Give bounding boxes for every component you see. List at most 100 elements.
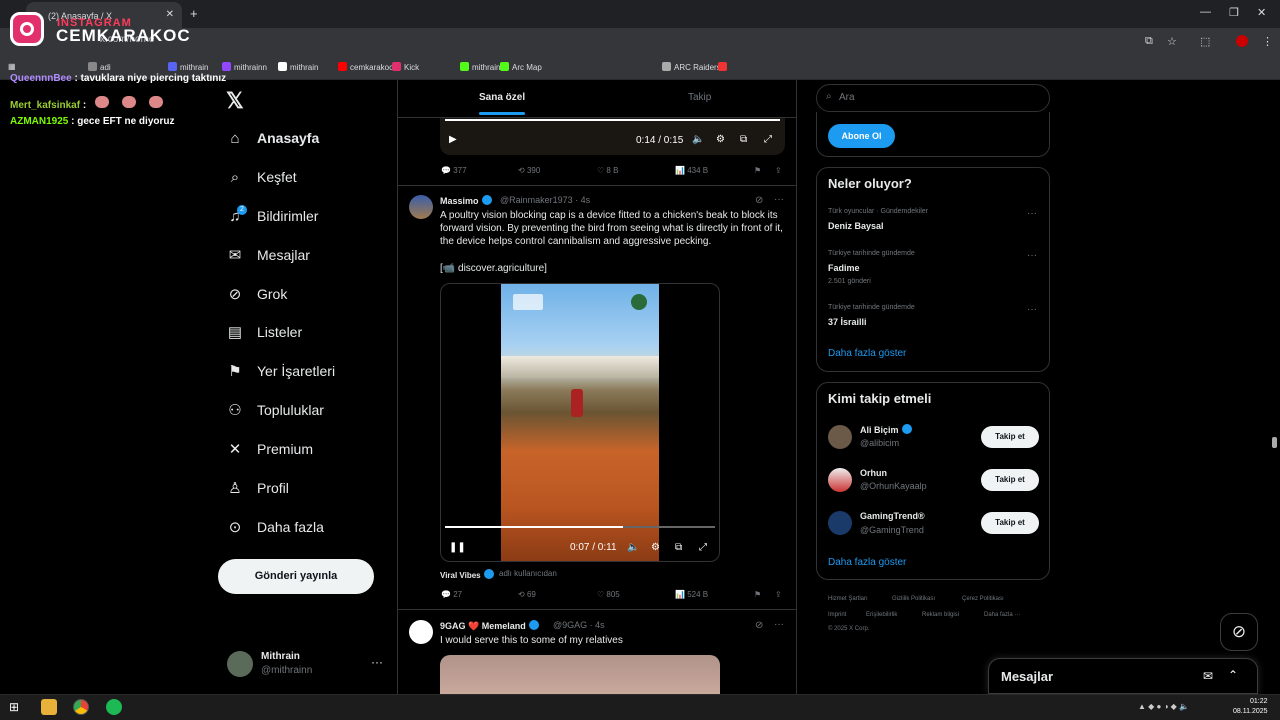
share-icon[interactable]: ⇪ xyxy=(775,590,782,599)
video-credit[interactable]: Viral Vibes xyxy=(440,569,494,580)
clock[interactable]: 01:22 08.11.2025 xyxy=(1233,697,1268,717)
bookmark-item[interactable]: mithrain xyxy=(168,62,208,72)
video-player[interactable] xyxy=(440,118,785,155)
bookmark-item[interactable]: mithrain xyxy=(278,62,318,72)
suggestion-name[interactable]: Ali Biçim xyxy=(860,424,912,435)
follow-button[interactable]: Takip et xyxy=(981,512,1039,534)
trends-show-more[interactable]: Daha fazla göster xyxy=(828,348,906,359)
bookmark-item[interactable]: Arc Map xyxy=(500,62,542,72)
play-icon[interactable]: ▶ xyxy=(449,134,457,145)
chrome-icon[interactable] xyxy=(73,699,89,715)
footer-link[interactable]: Erişilebilirlik xyxy=(866,612,897,618)
star-icon[interactable]: ☆ xyxy=(1167,35,1177,48)
avatar[interactable] xyxy=(409,195,433,219)
subscribe-button[interactable]: Abone Ol xyxy=(828,124,895,148)
post-author[interactable]: Massimo xyxy=(440,195,492,206)
trend-name[interactable]: 37 İsrailli xyxy=(828,317,867,327)
suggestion-handle[interactable]: @alibicim xyxy=(860,438,899,448)
tab-following[interactable]: Takip xyxy=(688,92,711,103)
repost-button[interactable]: ⟲ 390 xyxy=(518,166,540,175)
suggestion-handle[interactable]: @OrhunKayaalp xyxy=(860,481,927,491)
footer-link[interactable]: Hizmet Şartları xyxy=(828,596,868,602)
reply-button[interactable]: 💬 27 xyxy=(441,590,462,599)
profile-icon[interactable] xyxy=(1236,35,1248,47)
footer-link[interactable]: Reklam bilgisi xyxy=(922,612,959,618)
nav-lists[interactable]: ▤ Listeler xyxy=(226,318,302,346)
account-handle[interactable]: @mithrainn xyxy=(261,665,312,676)
footer-link[interactable]: Imprint xyxy=(828,612,846,618)
post-image[interactable] xyxy=(440,655,720,694)
search-input[interactable]: ⌕ Ara xyxy=(816,84,1050,112)
post-button[interactable]: Gönderi yayınla xyxy=(218,559,374,594)
settings-icon[interactable]: ⚙ xyxy=(716,134,725,145)
avatar[interactable] xyxy=(828,425,852,449)
more-icon[interactable]: ··· xyxy=(1027,304,1037,315)
follow-button[interactable]: Takip et xyxy=(981,426,1039,448)
views-button[interactable]: 📊 434 B xyxy=(675,166,708,175)
who-to-follow-show-more[interactable]: Daha fazla göster xyxy=(828,557,906,568)
bookmark-item[interactable]: Kick xyxy=(392,62,419,72)
footer-link[interactable]: Gizlilik Politikası xyxy=(892,596,935,602)
start-icon[interactable]: ⊞ xyxy=(9,699,25,715)
views-button[interactable]: 📊 524 B xyxy=(675,590,708,599)
bookmark-item[interactable]: adi xyxy=(88,62,111,72)
nav-home[interactable]: ⌂ Anasayfa xyxy=(226,124,319,152)
nav-communities[interactable]: ⚇ Topluluklar xyxy=(226,396,324,424)
follow-button[interactable]: Takip et xyxy=(981,469,1039,491)
system-tray[interactable]: ▲ ◆ ● ◑ ◆ 🔈 xyxy=(1138,702,1218,712)
file-explorer-icon[interactable] xyxy=(41,699,57,715)
footer-link[interactable]: Daha fazla ··· xyxy=(984,612,1020,618)
bookmark-item[interactable]: cemkarakoc xyxy=(338,62,393,72)
share-icon[interactable]: ⇪ xyxy=(775,166,782,175)
fullscreen-icon[interactable]: ⤢ xyxy=(764,134,772,145)
nav-profile[interactable]: ♙ Profil xyxy=(226,474,289,502)
tab-for-you[interactable]: Sana özel xyxy=(479,92,525,103)
avatar[interactable] xyxy=(828,468,852,492)
more-icon[interactable]: ··· xyxy=(1027,250,1037,261)
more-icon[interactable]: ··· xyxy=(774,194,784,205)
account-menu-icon[interactable]: ··· xyxy=(371,655,383,669)
bookmark-item[interactable]: mithrainn xyxy=(222,62,267,72)
footer-link[interactable]: Çerez Politikası xyxy=(962,596,1004,602)
extensions-icon[interactable]: ⬚ xyxy=(1200,35,1210,48)
cast-icon[interactable]: ⧉ xyxy=(1145,35,1153,48)
nav-premium[interactable]: ✕ Premium xyxy=(226,435,313,463)
pause-icon[interactable]: ❚❚ xyxy=(449,542,466,553)
volume-icon[interactable]: 🔈 xyxy=(692,134,704,145)
more-icon[interactable]: ··· xyxy=(1027,208,1037,219)
post-handle[interactable]: @9GAG · 4s xyxy=(553,620,605,630)
window-close-icon[interactable]: ✕ xyxy=(1257,6,1266,19)
grok-icon[interactable]: ⊘ xyxy=(1220,613,1258,651)
more-icon[interactable]: ··· xyxy=(774,619,784,630)
minimize-icon[interactable]: — xyxy=(1200,6,1211,18)
expand-icon[interactable]: ⌃ xyxy=(1228,668,1238,682)
repost-button[interactable]: ⟲ 69 xyxy=(518,590,536,599)
scrollbar[interactable] xyxy=(1272,437,1277,448)
nav-bookmarks[interactable]: ⚑ Yer İşaretleri xyxy=(226,357,335,385)
grok-icon[interactable]: ⊘ xyxy=(755,195,763,206)
trend-name[interactable]: Fadime xyxy=(828,263,860,273)
bookmark-item[interactable]: ARC Raiders xyxy=(662,62,721,72)
video-progress[interactable] xyxy=(445,119,780,121)
pip-icon[interactable]: ⧉ xyxy=(675,542,682,553)
fullscreen-icon[interactable]: ⤢ xyxy=(699,542,707,553)
settings-icon[interactable]: ⚙ xyxy=(651,542,660,553)
apps-icon[interactable]: ▦ xyxy=(8,62,16,71)
bookmark-item[interactable]: mithrain xyxy=(460,62,500,72)
suggestion-name[interactable]: GamingTrend® xyxy=(860,511,925,521)
menu-icon[interactable]: ⋮ xyxy=(1262,35,1273,48)
new-tab-icon[interactable]: + xyxy=(190,6,198,21)
avatar[interactable] xyxy=(828,511,852,535)
like-button[interactable]: ♡ 805 xyxy=(597,590,620,599)
spotify-icon[interactable] xyxy=(106,699,122,715)
compose-message-icon[interactable]: ✉ xyxy=(1203,669,1213,683)
volume-icon[interactable]: 🔈 xyxy=(627,542,639,553)
video-player[interactable] xyxy=(440,283,720,562)
nav-more[interactable]: ⊙ Daha fazla xyxy=(226,513,324,541)
grok-icon[interactable]: ⊘ xyxy=(755,620,763,631)
nav-messages[interactable]: ✉ Mesajlar xyxy=(226,241,310,269)
avatar[interactable] xyxy=(227,651,253,677)
like-button[interactable]: ♡ 8 B xyxy=(597,166,618,175)
post-author[interactable]: 9GAG ❤️ Memeland xyxy=(440,620,539,632)
reply-button[interactable]: 💬 377 xyxy=(441,166,467,175)
